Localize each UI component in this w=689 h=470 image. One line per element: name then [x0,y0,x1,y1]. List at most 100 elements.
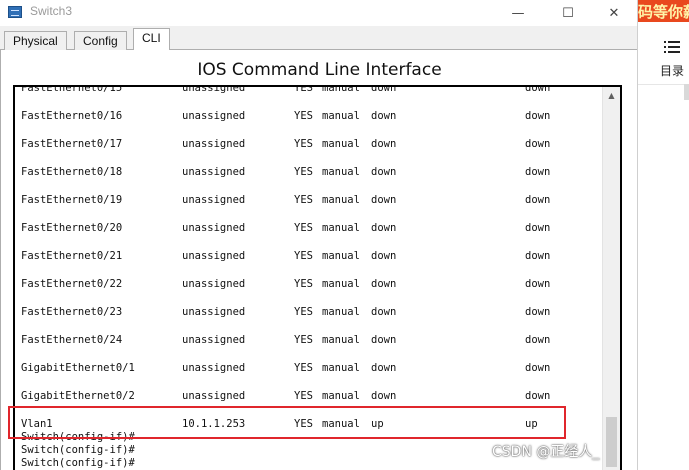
ip-address: unassigned [182,362,246,374]
protocol: down [525,362,551,374]
watermark: CSDN @正经人_ [492,444,600,460]
ok-flag: YES [294,278,313,290]
status: down [371,306,397,318]
ip-address: unassigned [182,390,246,402]
switch-icon [8,6,22,18]
list-icon[interactable] [664,40,680,54]
scroll-up-icon[interactable]: ▲ [603,87,620,104]
interface-row: FastEthernet0/19 unassigned YES manual down d… [21,193,601,221]
ok-flag: YES [294,166,313,178]
tab-physical[interactable]: Physical [4,31,67,50]
toc-label[interactable]: 目录 [660,62,684,79]
method: manual [322,194,360,206]
tab-config[interactable]: Config [74,31,127,50]
maximize-icon: ☐ [562,5,574,21]
interface-row: FastEthernet0/21 unassigned YES manual down d… [21,249,601,277]
protocol: down [525,110,551,122]
method: manual [322,222,360,234]
interface-name: FastEthernet0/18 [21,166,123,178]
highlight-box [8,406,566,439]
protocol: down [525,138,551,150]
ip-address: unassigned [182,250,246,262]
scroll-thumb[interactable] [606,417,617,467]
interface-name: FastEthernet0/19 [21,194,123,206]
minimize-button[interactable]: — [495,0,541,26]
ok-flag: YES [294,194,313,206]
interface-name: FastEthernet0/21 [21,250,123,262]
protocol: down [525,222,551,234]
ad-banner[interactable]: 码等你薪 [638,0,689,22]
status: down [371,278,397,290]
window-title: Switch3 [30,4,73,18]
protocol: down [525,194,551,206]
interface-row: FastEthernet0/15 unassigned YES manual down d… [21,85,601,109]
method: manual [322,110,360,122]
ok-flag: YES [294,110,313,122]
ok-flag: YES [294,362,313,374]
maximize-button[interactable]: ☐ [545,0,591,26]
protocol: down [525,306,551,318]
interface-row: FastEthernet0/17 unassigned YES manual down d… [21,137,601,165]
protocol: down [525,334,551,346]
close-button[interactable]: ✕ [591,0,637,26]
interface-name: FastEthernet0/17 [21,138,123,150]
method: manual [322,306,360,318]
ip-address: unassigned [182,138,246,150]
method: manual [322,334,360,346]
side-divider [638,84,689,85]
ip-address: unassigned [182,334,246,346]
protocol: down [525,250,551,262]
ip-address: unassigned [182,222,246,234]
side-strip [684,84,689,100]
ok-flag: YES [294,222,313,234]
interface-name: FastEthernet0/23 [21,306,123,318]
close-icon: ✕ [608,5,620,21]
interface-name: FastEthernet0/16 [21,110,123,122]
ok-flag: YES [294,138,313,150]
ip-address: unassigned [182,110,246,122]
interface-row: FastEthernet0/22 unassigned YES manual down d… [21,277,601,305]
method: manual [322,362,360,374]
interface-name: FastEthernet0/20 [21,222,123,234]
interface-row: FastEthernet0/16 unassigned YES manual down d… [21,109,601,137]
switch-window: Switch3 — ☐ ✕ Physical Config CLI IOS Co… [0,0,638,470]
interface-row: GigabitEthernet0/1 unassigned YES manual dow… [21,361,601,389]
method: manual [322,138,360,150]
tab-cli[interactable]: CLI [133,28,170,51]
status: down [371,362,397,374]
status: down [371,390,397,402]
protocol: down [525,278,551,290]
ip-address: unassigned [182,85,246,94]
protocol: down [525,166,551,178]
ok-flag: YES [294,334,313,346]
interface-row: FastEthernet0/18 unassigned YES manual down d… [21,165,601,193]
tab-bar: Physical Config CLI [0,28,637,51]
interface-name: FastEthernet0/22 [21,278,123,290]
interface-row: FastEthernet0/24 unassigned YES manual down d… [21,333,601,361]
ip-address: unassigned [182,194,246,206]
status: down [371,110,397,122]
scrollbar[interactable]: ▲ [602,87,620,470]
method: manual [322,278,360,290]
status: down [371,85,397,94]
ok-flag: YES [294,390,313,402]
status: down [371,166,397,178]
interface-name: FastEthernet0/24 [21,334,123,346]
status: down [371,194,397,206]
interface-name: FastEthernet0/15 [21,85,123,94]
protocol: down [525,390,551,402]
ip-address: unassigned [182,306,246,318]
ok-flag: YES [294,250,313,262]
status: down [371,250,397,262]
protocol: down [525,85,551,94]
status: down [371,222,397,234]
ok-flag: YES [294,85,313,94]
ip-address: unassigned [182,278,246,290]
page-title: IOS Command Line Interface [197,60,442,80]
minimize-icon: — [511,5,525,21]
title-bar: Switch3 — ☐ ✕ [0,0,637,26]
interface-name: GigabitEthernet0/1 [21,362,135,374]
ok-flag: YES [294,306,313,318]
interface-row: FastEthernet0/20 unassigned YES manual down d… [21,221,601,249]
interface-name: GigabitEthernet0/2 [21,390,135,402]
